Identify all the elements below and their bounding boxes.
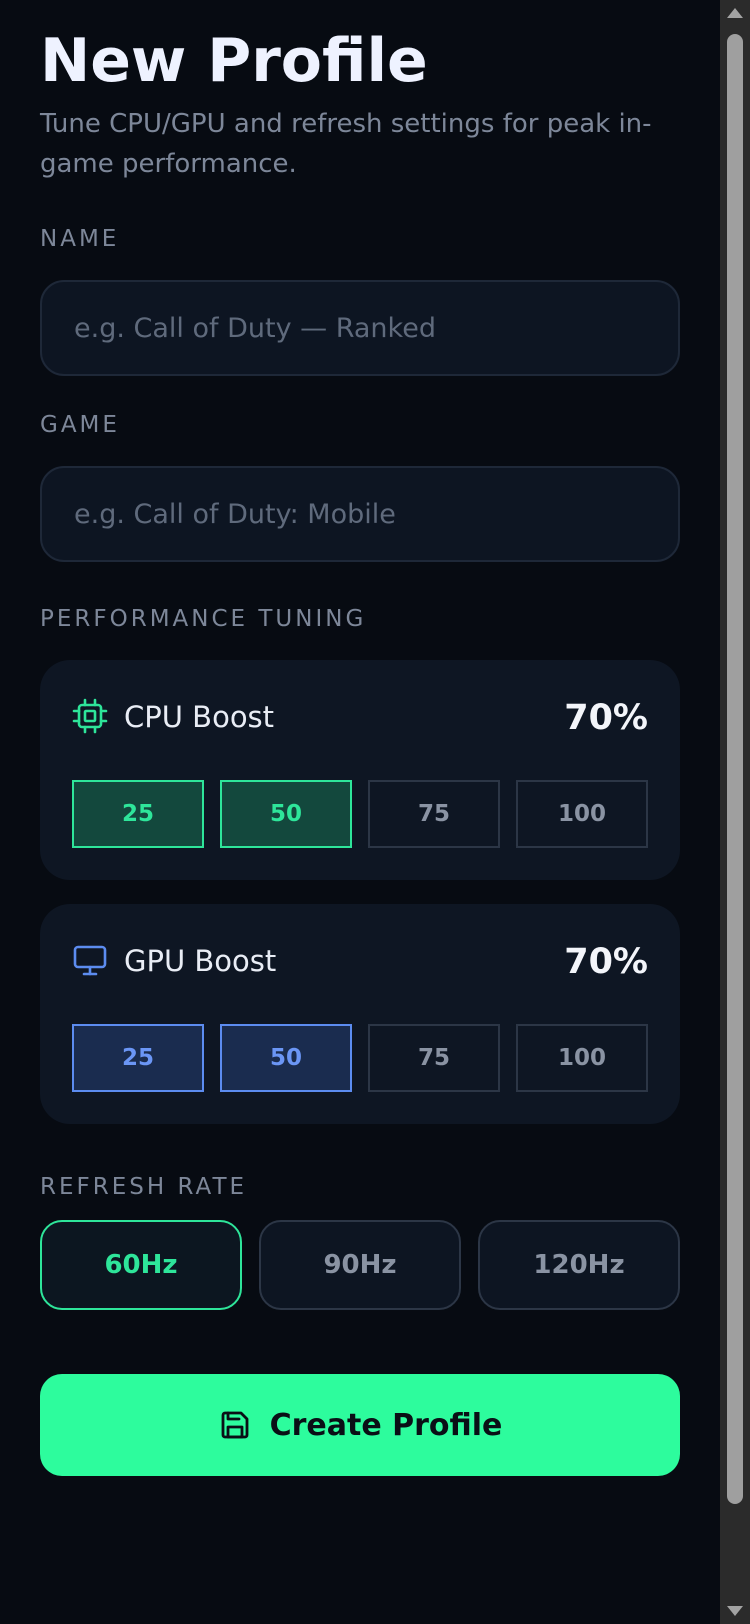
cpu-step-25[interactable]: 25 bbox=[72, 780, 204, 848]
monitor-icon bbox=[72, 942, 108, 978]
name-input[interactable] bbox=[40, 280, 680, 376]
cpu-step-75[interactable]: 75 bbox=[368, 780, 500, 848]
scroll-up-arrow-icon[interactable] bbox=[727, 8, 743, 18]
cpu-chip-icon bbox=[72, 698, 108, 734]
save-icon bbox=[218, 1408, 252, 1442]
refresh-rate-label: REFRESH RATE bbox=[40, 1174, 248, 1200]
create-profile-label: Create Profile bbox=[269, 1407, 503, 1443]
performance-tuning-label: PERFORMANCE TUNING bbox=[40, 606, 367, 632]
cpu-boost-title: CPU Boost bbox=[124, 700, 275, 734]
gpu-step-50[interactable]: 50 bbox=[220, 1024, 352, 1092]
cpu-step-50[interactable]: 50 bbox=[220, 780, 352, 848]
vertical-scrollbar[interactable] bbox=[720, 0, 750, 1624]
gpu-step-100[interactable]: 100 bbox=[516, 1024, 648, 1092]
gpu-boost-title: GPU Boost bbox=[124, 944, 277, 978]
scroll-thumb[interactable] bbox=[727, 34, 743, 1504]
refresh-option-60hz[interactable]: 60Hz bbox=[40, 1220, 242, 1310]
page-title: New Profile bbox=[40, 26, 428, 96]
name-label: NAME bbox=[40, 226, 120, 252]
new-profile-page: New Profile Tune CPU/GPU and refresh set… bbox=[0, 0, 720, 1624]
scroll-down-arrow-icon[interactable] bbox=[727, 1606, 743, 1616]
cpu-step-row: 25 50 75 100 bbox=[72, 780, 648, 848]
refresh-option-90hz[interactable]: 90Hz bbox=[259, 1220, 461, 1310]
refresh-option-120hz[interactable]: 120Hz bbox=[478, 1220, 680, 1310]
gpu-step-25[interactable]: 25 bbox=[72, 1024, 204, 1092]
cpu-boost-value: 70% bbox=[564, 698, 648, 738]
game-input[interactable] bbox=[40, 466, 680, 562]
create-profile-button[interactable]: Create Profile bbox=[40, 1374, 680, 1476]
gpu-step-75[interactable]: 75 bbox=[368, 1024, 500, 1092]
game-label: GAME bbox=[40, 412, 120, 438]
page-subtitle: Tune CPU/GPU and refresh settings for pe… bbox=[40, 109, 652, 179]
gpu-boost-card: GPU Boost 70% 25 50 75 100 bbox=[40, 904, 680, 1124]
cpu-step-100[interactable]: 100 bbox=[516, 780, 648, 848]
gpu-step-row: 25 50 75 100 bbox=[72, 1024, 648, 1092]
gpu-boost-value: 70% bbox=[564, 942, 648, 982]
cpu-boost-card: CPU Boost 70% 25 50 75 100 bbox=[40, 660, 680, 880]
